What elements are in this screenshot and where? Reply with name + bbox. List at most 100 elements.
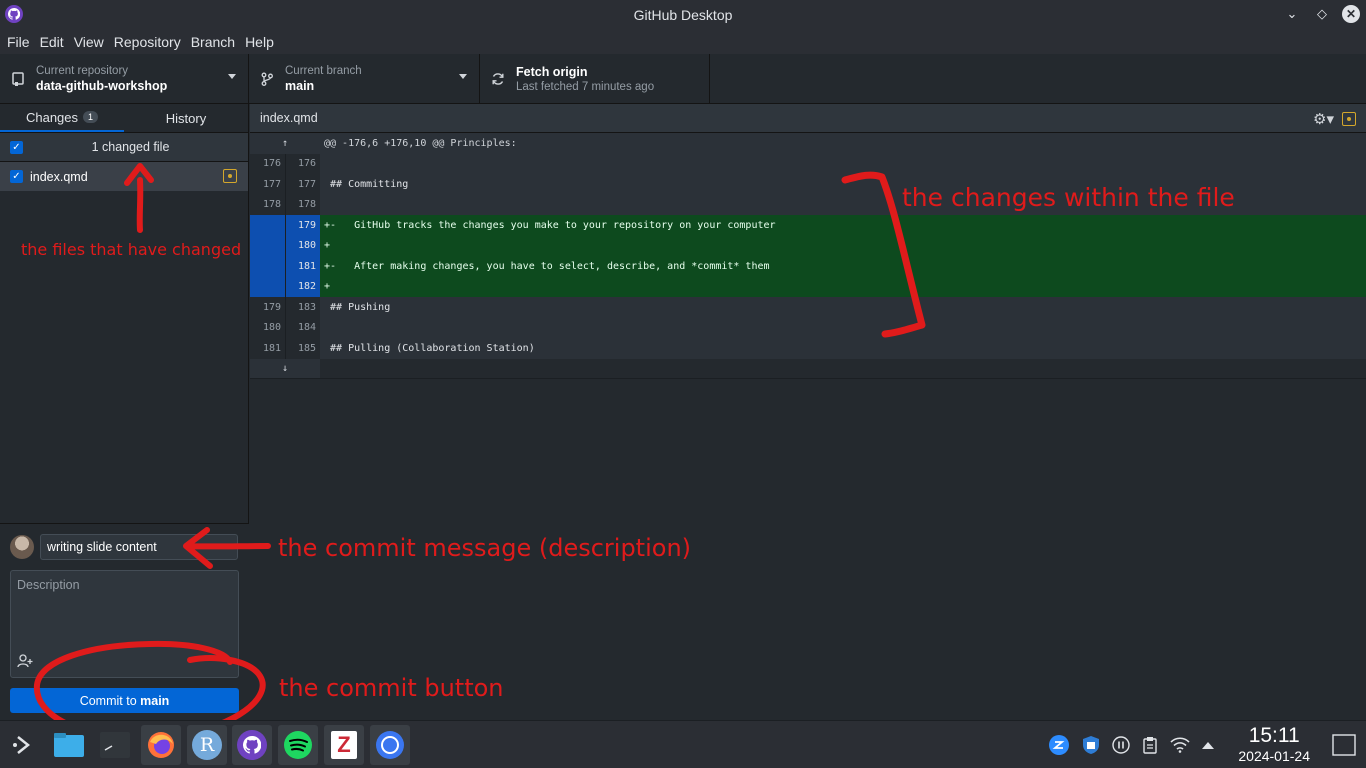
description-placeholder: Description [17,578,80,592]
fetch-origin-button[interactable]: Fetch origin Last fetched 7 minutes ago [480,54,710,104]
changes-header: ✓ 1 changed file [0,133,248,162]
tab-changes[interactable]: Changes 1 [0,104,124,132]
menu-help[interactable]: Help [240,34,279,50]
chevron-down-icon [228,74,236,79]
tab-history[interactable]: History [124,104,248,132]
expand-down-icon[interactable]: ↓ [250,358,320,378]
tab-history-label: History [165,110,207,126]
new-line-number: 178 [285,194,320,215]
menu-file[interactable]: File [2,34,35,50]
terminal-icon[interactable] [95,725,135,765]
diff-line-text: ## Pulling (Collaboration Station) [320,338,1366,359]
menu-edit[interactable]: Edit [35,34,69,50]
add-coauthor-icon[interactable] [17,654,33,671]
diff-header: index.qmd ⚙▾ [250,104,1366,133]
diff-line-text: + [320,235,1366,256]
diff-line-added[interactable]: 179 +- GitHub tracks the changes you make… [250,215,1366,236]
rstudio-icon[interactable]: R [187,725,227,765]
old-line-number [250,256,285,277]
menu-branch[interactable]: Branch [186,34,240,50]
diff-line-added[interactable]: 180 + [250,235,1366,256]
diff-line-added[interactable]: 182 + [250,276,1366,297]
repo-label: Current repository [36,65,129,77]
changes-count-badge: 1 [83,111,99,123]
current-repository-button[interactable]: Current repository data-github-workshop [0,54,249,104]
diff-line-context[interactable]: 180 184 [250,317,1366,338]
diff-line-text: ## Pushing [320,297,1366,318]
file-name: index.qmd [30,169,88,184]
file-modified-icon [223,169,237,183]
diff-line-added[interactable]: 181 +- After making changes, you have to … [250,256,1366,277]
shield-icon[interactable] [1081,735,1101,755]
changed-file-row[interactable]: ✓ index.qmd [0,162,248,191]
clock[interactable]: 15:11 2024-01-24 [1238,725,1310,765]
github-desktop-icon[interactable] [232,725,272,765]
annotation-commit-message: the commit message (description) [278,534,692,562]
expand-up-icon[interactable]: ↑ [250,138,320,149]
window-title: GitHub Desktop [633,6,733,23]
annotation-changes-within: the changes within the file [902,183,1235,212]
menu-repository[interactable]: Repository [109,34,186,50]
hunk-header-row: ↑ @@ -176,6 +176,10 @@ Principles: [250,133,1366,154]
clipboard-icon[interactable] [1140,735,1160,755]
chevron-down-icon [459,74,467,79]
file-modified-icon [1342,112,1356,126]
old-line-number: 178 [250,194,285,215]
file-checkbox[interactable]: ✓ [10,170,23,183]
show-desktop-icon[interactable] [1332,733,1356,757]
new-line-number: 179 [285,215,320,236]
toolbar: Current repository data-github-workshop … [0,54,1366,104]
diff-line-text: +- After making changes, you have to sel… [320,256,1366,277]
title-bar: GitHub Desktop ⌄ ◇ ✕ [0,0,1366,29]
file-manager-icon[interactable] [49,725,89,765]
diff-line-text [320,317,1366,338]
commit-button-branch: main [140,693,170,708]
clock-time: 15:11 [1248,724,1300,747]
commit-button[interactable]: Commit to main [10,688,239,713]
zoom-icon[interactable] [1049,735,1069,755]
select-all-checkbox[interactable]: ✓ [10,140,23,154]
commit-summary-input[interactable]: writing slide content [40,534,238,560]
branch-icon [249,72,285,86]
diff-line-text: +- GitHub tracks the changes you make to… [320,215,1366,236]
close-icon[interactable]: ✕ [1342,5,1360,23]
wifi-icon[interactable] [1170,735,1190,755]
annotation-commit-button: the commit button [279,674,504,702]
diff-line-text [320,153,1366,174]
new-line-number: 184 [285,317,320,338]
spotify-icon[interactable] [278,725,318,765]
diff-line-context[interactable]: 179 183 ## Pushing [250,297,1366,318]
branch-name: main [285,79,315,93]
old-line-number: 177 [250,174,285,195]
tray-expand-icon[interactable] [1198,735,1218,755]
new-line-number: 185 [285,338,320,359]
signal-icon[interactable] [370,725,410,765]
maximize-icon[interactable]: ◇ [1312,4,1332,24]
annotation-files-changed: the files that have changed [21,240,242,259]
repo-name: data-github-workshop [36,79,168,93]
old-line-number: 176 [250,153,285,174]
commit-description-input[interactable]: Description [10,570,239,678]
pause-icon[interactable] [1111,735,1131,755]
repo-icon [0,72,36,86]
sync-icon [480,72,516,86]
diff-line-context[interactable]: 176 176 [250,153,1366,174]
gear-icon[interactable]: ⚙▾ [1313,110,1334,128]
app-launcher-icon[interactable] [3,725,43,765]
tab-changes-label: Changes [25,109,79,125]
diff-line-text: + [320,276,1366,297]
current-branch-button[interactable]: Current branch main [249,54,480,104]
old-line-number [250,235,285,256]
firefox-icon[interactable] [141,725,181,765]
diff-line-context[interactable]: 181 185 ## Pulling (Collaboration Station… [250,338,1366,359]
github-desktop-logo-icon [5,5,23,23]
fetch-label: Fetch origin [516,65,588,79]
zotero-icon[interactable]: Z [324,725,364,765]
menu-view[interactable]: View [69,34,109,50]
old-line-number [250,215,285,236]
minimize-icon[interactable]: ⌄ [1282,4,1302,24]
branch-label: Current branch [285,65,362,77]
old-line-number [250,276,285,297]
old-line-number: 179 [250,297,285,318]
old-line-number: 180 [250,317,285,338]
